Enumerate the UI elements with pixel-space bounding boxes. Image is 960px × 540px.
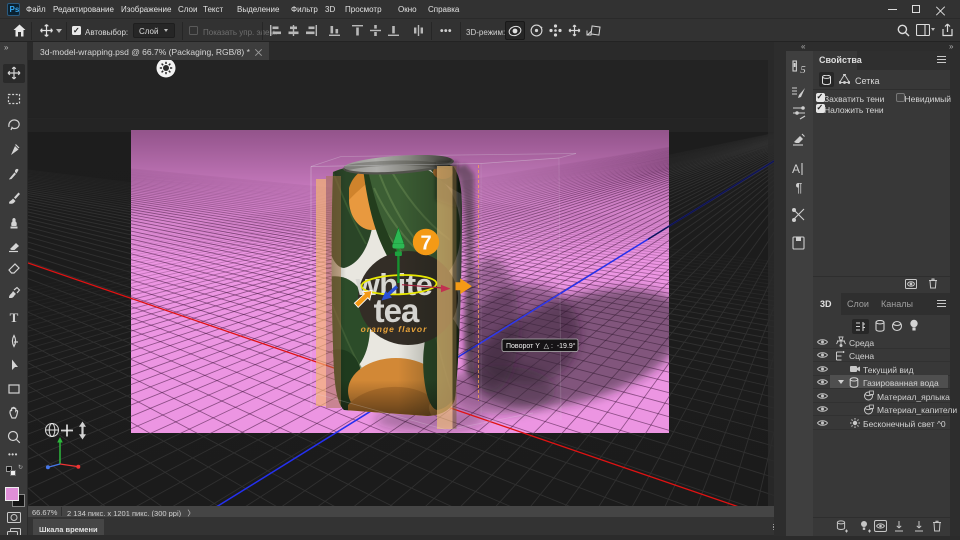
svg-text:¶: ¶ bbox=[796, 180, 803, 195]
svg-text:A: A bbox=[792, 162, 800, 176]
svg-text:5: 5 bbox=[800, 64, 806, 76]
svg-text:7: 7 bbox=[420, 233, 431, 255]
svg-text:Поворот Y △ : -19.9°: Поворот Y △ : -19.9° bbox=[506, 342, 576, 350]
svg-text:orange flavor: orange flavor bbox=[361, 324, 428, 334]
